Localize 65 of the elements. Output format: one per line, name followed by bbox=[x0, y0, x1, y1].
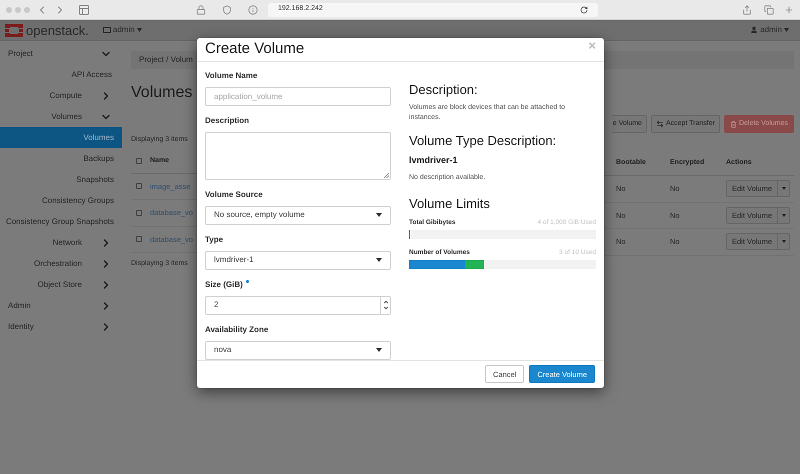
caret-icon bbox=[782, 187, 786, 190]
description-field[interactable] bbox=[205, 132, 391, 180]
sidebar-item[interactable]: Object Store bbox=[0, 274, 122, 295]
field-label: Type bbox=[205, 234, 224, 246]
shield-icon[interactable] bbox=[222, 4, 232, 14]
sidebar-item[interactable]: Volumes bbox=[0, 127, 122, 148]
breadcrumb: Project / Volum bbox=[131, 51, 197, 69]
field-label: Size (GiB) bbox=[205, 278, 243, 290]
sidebar-item[interactable]: Compute bbox=[0, 85, 122, 106]
reload-icon[interactable] bbox=[580, 6, 588, 14]
select-field[interactable]: nova bbox=[205, 340, 391, 360]
section-heading: Volume Type Description: bbox=[409, 132, 558, 150]
field-label: Volume Source bbox=[205, 188, 263, 200]
new-tab-icon[interactable] bbox=[784, 4, 794, 14]
user-menu[interactable]: admin bbox=[750, 24, 789, 36]
sidebar-item[interactable]: Snapshots bbox=[0, 169, 122, 190]
sidebar-item[interactable]: API Access bbox=[0, 64, 122, 85]
checkbox[interactable] bbox=[136, 210, 142, 216]
section-heading: Description: bbox=[409, 80, 479, 99]
logo-text: openstack. bbox=[26, 24, 89, 36]
select-field[interactable]: No source, empty volume bbox=[205, 206, 391, 224]
close-button[interactable]: × bbox=[588, 38, 596, 60]
field-label: Description bbox=[205, 114, 250, 126]
project-icon bbox=[102, 27, 111, 33]
actions-dropdown-button[interactable] bbox=[778, 180, 790, 198]
transfer-icon bbox=[656, 120, 664, 128]
field-label: Volume Name bbox=[205, 70, 258, 82]
number-field[interactable]: 2 bbox=[205, 296, 391, 314]
select-field[interactable]: lvmdriver-1 bbox=[205, 250, 391, 270]
tabs-icon[interactable] bbox=[764, 4, 774, 14]
type-name: lvmdriver-1 bbox=[409, 154, 459, 166]
section-heading: Volume Limits bbox=[409, 194, 491, 212]
spin-down-icon[interactable] bbox=[382, 305, 388, 311]
checkbox[interactable] bbox=[136, 158, 142, 164]
sidebar-item[interactable]: Backups bbox=[0, 148, 122, 169]
actions-dropdown-button[interactable] bbox=[778, 206, 790, 224]
share-icon[interactable] bbox=[742, 4, 752, 14]
page-title: Volumes bbox=[131, 83, 192, 103]
sidebar-icon[interactable] bbox=[78, 4, 90, 16]
checkbox[interactable] bbox=[136, 236, 142, 242]
sidebar-item[interactable]: Consistency Groups bbox=[0, 190, 122, 211]
caret-icon bbox=[136, 28, 142, 32]
caret-icon bbox=[782, 214, 786, 217]
sidebar-item[interactable]: Network bbox=[0, 232, 122, 253]
resize-handle-icon[interactable] bbox=[384, 172, 389, 178]
field-label: Availability Zone bbox=[205, 324, 268, 336]
info-icon[interactable] bbox=[248, 4, 258, 14]
dialog-title: Create Volume bbox=[205, 39, 304, 59]
lock-icon[interactable] bbox=[196, 4, 206, 14]
logo-icon bbox=[5, 24, 23, 36]
checkbox[interactable] bbox=[136, 183, 142, 190]
sidebar-item[interactable]: Project bbox=[0, 43, 122, 64]
spin-up-icon[interactable] bbox=[382, 299, 388, 305]
actions-dropdown-button[interactable] bbox=[778, 233, 790, 250]
sidebar-item[interactable]: Orchestration bbox=[0, 253, 122, 274]
caret-icon bbox=[784, 28, 789, 32]
trash-icon bbox=[730, 120, 737, 128]
user-icon bbox=[750, 26, 758, 34]
sidebar-item[interactable]: Volumes bbox=[0, 106, 122, 127]
volume-name-field[interactable]: application_volume bbox=[205, 86, 391, 106]
caret-icon bbox=[782, 240, 786, 244]
sidebar-item[interactable]: Identity bbox=[0, 316, 122, 337]
sidebar-item[interactable]: Admin bbox=[0, 295, 122, 316]
project-menu[interactable]: admin bbox=[102, 24, 142, 36]
sidebar-item[interactable]: Consistency Group Snapshots bbox=[0, 211, 122, 232]
